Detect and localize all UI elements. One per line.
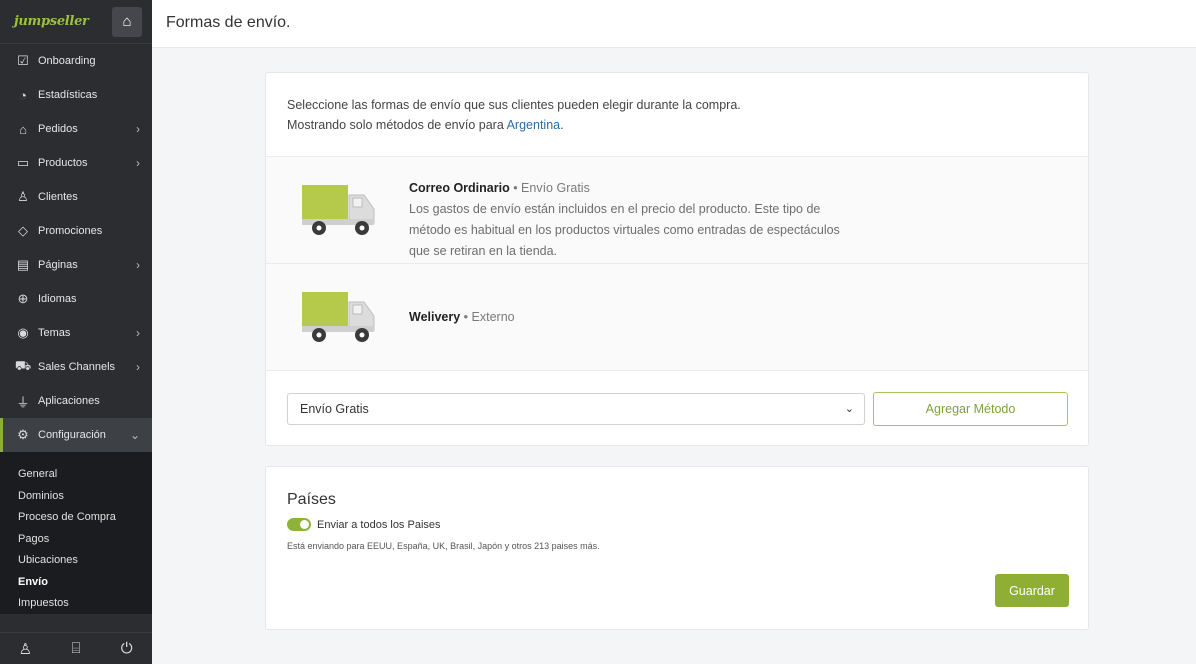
basket-icon: ⌂ bbox=[19, 121, 27, 137]
intro-line-2: Mostrando solo métodos de envío para Arg… bbox=[287, 115, 1067, 135]
sidebar-footer: ♙ ⌸ ⏻ bbox=[0, 632, 152, 664]
sidebar-item-label: Productos bbox=[38, 157, 88, 169]
page-icon: ▤ bbox=[16, 257, 30, 272]
cart-icon: ⛟ bbox=[14, 358, 32, 373]
intro-suffix: . bbox=[560, 118, 564, 132]
store-icon[interactable]: ⌸ bbox=[61, 640, 91, 657]
method-select-value: Envío Gratis bbox=[300, 402, 369, 416]
ship-all-label: Enviar a todos los Paises bbox=[317, 518, 441, 531]
sidebar-item-paginas[interactable]: ▤ Páginas › bbox=[0, 248, 152, 282]
config-submenu: General Dominios Proceso de Compra Pagos… bbox=[0, 452, 152, 614]
chevron-right-icon: › bbox=[136, 156, 140, 170]
power-icon[interactable]: ⏻ bbox=[112, 640, 142, 657]
intro-text: Seleccione las formas de envío que sus c… bbox=[266, 73, 1088, 157]
page-title: Formas de envío. bbox=[166, 14, 291, 31]
globe-icon: ⊕ bbox=[17, 291, 29, 306]
method-title: Correo Ordinario • Envío Gratis bbox=[409, 178, 849, 199]
submenu-item-proceso-compra[interactable]: Proceso de Compra bbox=[0, 507, 152, 529]
truck-icon bbox=[302, 292, 375, 342]
submenu-item-dominios[interactable]: Dominios bbox=[0, 486, 152, 508]
method-name: Welivery bbox=[409, 310, 461, 324]
method-separator: • bbox=[460, 310, 472, 324]
sidebar-item-onboarding[interactable]: ☑ Onboarding bbox=[0, 44, 152, 78]
plug-icon: ⏚ bbox=[16, 394, 30, 410]
users-icon: ♙ bbox=[17, 189, 29, 204]
method-info: Correo Ordinario • Envío Gratis Los gast… bbox=[409, 178, 849, 262]
ship-all-toggle-row: Enviar a todos los Paises bbox=[287, 518, 441, 531]
submenu-item-impuestos[interactable]: Impuestos bbox=[0, 593, 152, 614]
chevron-right-icon: › bbox=[136, 122, 140, 136]
sidebar-item-temas[interactable]: ◉ Temas › bbox=[0, 316, 152, 350]
chevron-right-icon: › bbox=[136, 360, 140, 374]
sidebar-item-label: Clientes bbox=[38, 191, 78, 203]
save-button[interactable]: Guardar bbox=[995, 574, 1069, 607]
method-separator: • bbox=[509, 181, 522, 195]
sidebar-item-label: Sales Channels bbox=[38, 361, 116, 373]
page-header: Formas de envío. bbox=[152, 0, 1196, 48]
chevron-right-icon: › bbox=[136, 326, 140, 340]
method-info: Welivery • Externo bbox=[409, 307, 515, 328]
sidebar: jumpseller ⌂ ☑ Onboarding ◔ Estadísticas… bbox=[0, 0, 152, 664]
sidebar-item-label: Idiomas bbox=[38, 293, 77, 305]
shipping-method-row[interactable]: Welivery • Externo bbox=[266, 264, 1088, 371]
sidebar-item-promociones[interactable]: ◇ Promociones bbox=[0, 214, 152, 248]
shipping-method-row[interactable]: Correo Ordinario • Envío Gratis Los gast… bbox=[266, 157, 1088, 264]
countries-card: Países Enviar a todos los Paises Está en… bbox=[265, 466, 1089, 630]
method-name: Correo Ordinario bbox=[409, 181, 510, 195]
submenu-item-ubicaciones[interactable]: Ubicaciones bbox=[0, 550, 152, 572]
countries-title: Países bbox=[287, 491, 336, 508]
sidebar-item-pedidos[interactable]: ⌂ Pedidos › bbox=[0, 112, 152, 146]
sidebar-item-estadisticas[interactable]: ◔ Estadísticas bbox=[0, 78, 152, 112]
eye-icon: ◉ bbox=[17, 325, 29, 340]
shipping-methods-card: Seleccione las formas de envío que sus c… bbox=[265, 72, 1089, 446]
add-method-row: Envío Gratis ⌄ Agregar Método bbox=[266, 373, 1088, 446]
sidebar-menu: ☑ Onboarding ◔ Estadísticas ⌂ Pedidos › … bbox=[0, 44, 152, 452]
sidebar-item-label: Estadísticas bbox=[38, 89, 98, 101]
settings-icon: ⚙ bbox=[17, 427, 29, 442]
submenu-item-general[interactable]: General bbox=[0, 464, 152, 486]
sidebar-item-clientes[interactable]: ♙ Clientes bbox=[0, 180, 152, 214]
submenu-item-pagos[interactable]: Pagos bbox=[0, 529, 152, 551]
gauge-icon: ◔ bbox=[19, 87, 27, 103]
tag-icon: ◇ bbox=[18, 223, 28, 238]
chevron-down-icon: ⌄ bbox=[844, 403, 854, 415]
add-method-button[interactable]: Agregar Método bbox=[873, 392, 1068, 426]
method-type: Envío Gratis bbox=[521, 181, 590, 195]
logo-bar: jumpseller ⌂ bbox=[0, 0, 152, 44]
sidebar-item-label: Pedidos bbox=[38, 123, 78, 135]
submenu-item-envio[interactable]: Envío bbox=[0, 572, 152, 594]
chevron-down-icon: ⌄ bbox=[129, 428, 140, 442]
sending-note: Está enviando para EEUU, España, UK, Bra… bbox=[287, 541, 600, 551]
ship-all-toggle[interactable] bbox=[287, 518, 311, 531]
sidebar-item-label: Onboarding bbox=[38, 55, 96, 67]
intro-prefix: Mostrando solo métodos de envío para bbox=[287, 118, 507, 132]
sidebar-item-productos[interactable]: ▭ Productos › bbox=[0, 146, 152, 180]
user-icon[interactable]: ♙ bbox=[10, 640, 40, 658]
truck-icon bbox=[302, 185, 375, 235]
logo[interactable]: jumpseller bbox=[14, 14, 89, 29]
sidebar-item-label: Temas bbox=[38, 327, 71, 339]
sidebar-item-sales-channels[interactable]: ⛟ Sales Channels › bbox=[0, 350, 152, 384]
sidebar-item-label: Promociones bbox=[38, 225, 103, 237]
home-button[interactable]: ⌂ bbox=[112, 6, 142, 37]
checkbox-icon: ☑ bbox=[17, 53, 29, 68]
country-link[interactable]: Argentina bbox=[507, 118, 561, 132]
sidebar-item-idiomas[interactable]: ⊕ Idiomas bbox=[0, 282, 152, 316]
sidebar-item-configuracion[interactable]: ⚙ Configuración ⌄ bbox=[0, 418, 152, 452]
home-icon: ⌂ bbox=[122, 13, 132, 30]
sidebar-item-label: Páginas bbox=[38, 259, 78, 271]
chevron-right-icon: › bbox=[136, 258, 140, 272]
sidebar-item-label: Aplicaciones bbox=[38, 395, 100, 407]
sidebar-item-aplicaciones[interactable]: ⏚ Aplicaciones bbox=[0, 384, 152, 418]
method-select[interactable]: Envío Gratis ⌄ bbox=[287, 393, 865, 425]
method-title: Welivery • Externo bbox=[409, 307, 515, 328]
sidebar-item-label: Configuración bbox=[38, 429, 106, 441]
method-description: Los gastos de envío están incluidos en e… bbox=[409, 202, 840, 258]
intro-line-1: Seleccione las formas de envío que sus c… bbox=[287, 98, 741, 112]
box-icon: ▭ bbox=[16, 155, 30, 170]
method-type: Externo bbox=[471, 310, 515, 324]
